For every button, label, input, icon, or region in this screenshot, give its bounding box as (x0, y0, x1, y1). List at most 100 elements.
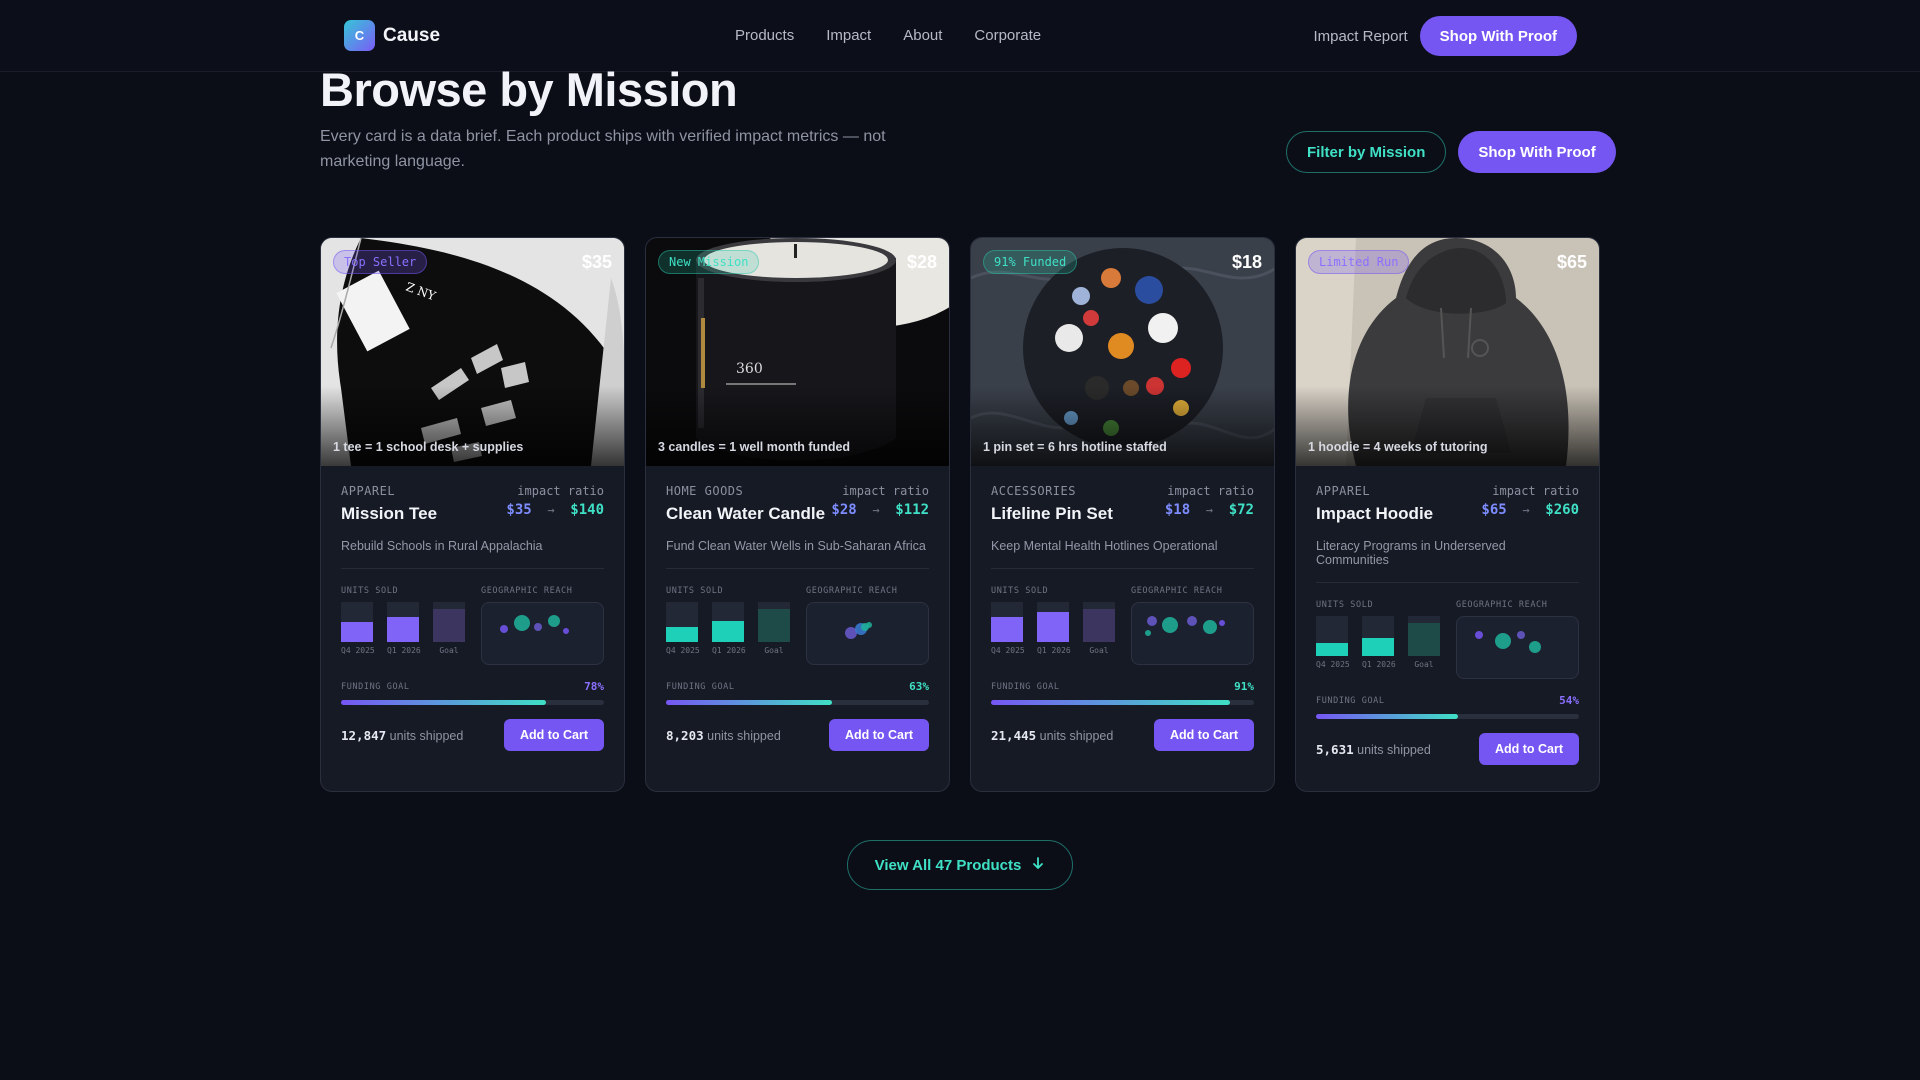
card-body: APPAREL impact ratio Mission Tee $35 → $… (321, 466, 624, 751)
bar-label-q1: Q1 2026 (387, 646, 421, 655)
brand-logo[interactable]: C Cause (344, 20, 440, 51)
reach-dot (1529, 641, 1541, 653)
add-to-cart-button[interactable]: Add to Cart (503, 719, 604, 751)
product-image[interactable]: 91% Funded $18 1 pin set = 6 hrs hotline… (971, 238, 1274, 466)
ratio-from: $18 (1164, 502, 1191, 518)
bar-label-goal: Goal (764, 646, 784, 655)
divider (991, 568, 1254, 569)
bar-label-q4: Q4 2025 (1316, 660, 1350, 669)
metrics: UNITS SOLD Q4 2025 Q1 2026 Goal GEOGRAPH… (341, 586, 604, 665)
product-image[interactable]: Limited Run $65 1 hoodie = 4 weeks of tu… (1296, 238, 1599, 466)
nav-link-corporate[interactable]: Corporate (974, 27, 1041, 44)
reach-dot (548, 615, 560, 627)
nav-link-about[interactable]: About (903, 27, 942, 44)
units-sold-chart: UNITS SOLD Q4 2025 Q1 2026 Goal (341, 586, 465, 665)
units-shipped-label: units shipped (1039, 728, 1114, 743)
impact-ratio-label: impact ratio (1167, 484, 1254, 498)
bar-label-goal: Goal (1414, 660, 1434, 669)
divider (341, 568, 604, 569)
bar-q1 (712, 602, 744, 642)
funding-progress-bar (1316, 714, 1579, 719)
product-card[interactable]: Z NY Top Seller $35 1 tee = 1 school des… (320, 237, 625, 792)
product-badge: Top Seller (333, 250, 428, 274)
ratio-to: $72 (1228, 502, 1254, 518)
add-to-cart-button[interactable]: Add to Cart (1153, 719, 1254, 751)
reach-dot (1203, 620, 1217, 634)
units-shipped: 8,203 units shipped (666, 728, 781, 743)
ratio-to: $260 (1545, 502, 1579, 518)
ratio-from: $65 (1481, 502, 1507, 518)
product-card[interactable]: 360 New Mission $28 3 candles = 1 well m… (645, 237, 950, 792)
bar-goal (1408, 616, 1440, 656)
funding-progress-fill (666, 700, 832, 705)
product-name[interactable]: Clean Water Candle (666, 504, 825, 524)
image-overlay (1296, 386, 1599, 466)
view-all-label: View All 47 Products (874, 856, 1022, 874)
funding-goal-label: FUNDING GOAL (666, 681, 735, 692)
impact-ratio-label: impact ratio (517, 484, 604, 498)
geographic-reach: GEOGRAPHIC REACH (481, 586, 604, 665)
reach-dot (514, 615, 530, 631)
impact-caption: 1 pin set = 6 hrs hotline staffed (983, 440, 1167, 454)
add-to-cart-button[interactable]: Add to Cart (1478, 733, 1579, 765)
funding-progress-bar (341, 700, 604, 705)
product-price: $28 (906, 252, 937, 272)
bar-label-q1: Q1 2026 (1362, 660, 1396, 669)
metrics: UNITS SOLD Q4 2025 Q1 2026 Goal GEOGRAPH… (666, 586, 929, 665)
impact-ratio: $28 → $112 (831, 502, 929, 524)
shop-with-proof-button[interactable]: Shop With Proof (1458, 131, 1616, 173)
bar-goal (1083, 602, 1115, 642)
nav-link-products[interactable]: Products (735, 27, 794, 44)
nav-shop-with-proof-button[interactable]: Shop With Proof (1419, 16, 1577, 56)
product-name[interactable]: Impact Hoodie (1316, 504, 1433, 524)
product-price: $35 (581, 252, 612, 272)
funding-goal-label: FUNDING GOAL (991, 681, 1060, 692)
reach-map (806, 602, 929, 665)
bar-q1 (1037, 602, 1069, 642)
bar-q4 (666, 602, 698, 642)
product-name[interactable]: Mission Tee (341, 504, 437, 524)
ratio-from: $28 (831, 502, 857, 518)
units-shipped-count: 12,847 (341, 727, 387, 743)
nav-link-impact[interactable]: Impact (826, 27, 871, 44)
reach-map (1456, 616, 1579, 679)
impact-ratio-label: impact ratio (1492, 484, 1579, 498)
funding-goal-label: FUNDING GOAL (1316, 695, 1385, 706)
reach-dot (1145, 630, 1151, 636)
product-card[interactable]: 91% Funded $18 1 pin set = 6 hrs hotline… (970, 237, 1275, 792)
bar-q1 (1362, 616, 1394, 656)
units-sold-chart: UNITS SOLD Q4 2025 Q1 2026 Goal (1316, 600, 1440, 679)
reach-map (481, 602, 604, 665)
ratio-to: $140 (570, 502, 604, 518)
reach-dot (1162, 617, 1178, 633)
funding-percent: 78% (584, 680, 604, 693)
product-image[interactable]: 360 New Mission $28 3 candles = 1 well m… (646, 238, 949, 466)
arrow-right-icon: → (1198, 503, 1221, 517)
bar-q4 (1316, 616, 1348, 656)
svg-text:360: 360 (736, 361, 763, 377)
funding-goal-label: FUNDING GOAL (341, 681, 410, 692)
bar-label-q1: Q1 2026 (712, 646, 746, 655)
filter-by-mission-button[interactable]: Filter by Mission (1286, 131, 1447, 173)
geographic-reach: GEOGRAPHIC REACH (1131, 586, 1254, 665)
reach-dot (1475, 631, 1483, 639)
divider (1316, 582, 1579, 583)
arrow-right-icon: → (1515, 503, 1537, 517)
geographic-reach-label: GEOGRAPHIC REACH (481, 586, 573, 596)
product-name[interactable]: Lifeline Pin Set (991, 504, 1113, 524)
arrow-down-icon (1031, 856, 1045, 874)
geographic-reach-label: GEOGRAPHIC REACH (1131, 586, 1223, 596)
product-price: $65 (1556, 252, 1587, 272)
funding-progress-bar (666, 700, 929, 705)
add-to-cart-button[interactable]: Add to Cart (828, 719, 929, 751)
product-card[interactable]: Limited Run $65 1 hoodie = 4 weeks of tu… (1295, 237, 1600, 792)
product-image[interactable]: Z NY Top Seller $35 1 tee = 1 school des… (321, 238, 624, 466)
funding-percent: 91% (1234, 680, 1254, 693)
nav-links: Products Impact About Corporate (735, 27, 1041, 44)
reach-dot (500, 625, 508, 633)
bar-goal (433, 602, 465, 642)
view-all-products-button[interactable]: View All 47 Products (847, 840, 1073, 890)
impact-report-link[interactable]: Impact Report (1313, 28, 1407, 45)
funding-percent: 54% (1559, 694, 1579, 707)
units-shipped: 21,445 units shipped (991, 728, 1113, 743)
